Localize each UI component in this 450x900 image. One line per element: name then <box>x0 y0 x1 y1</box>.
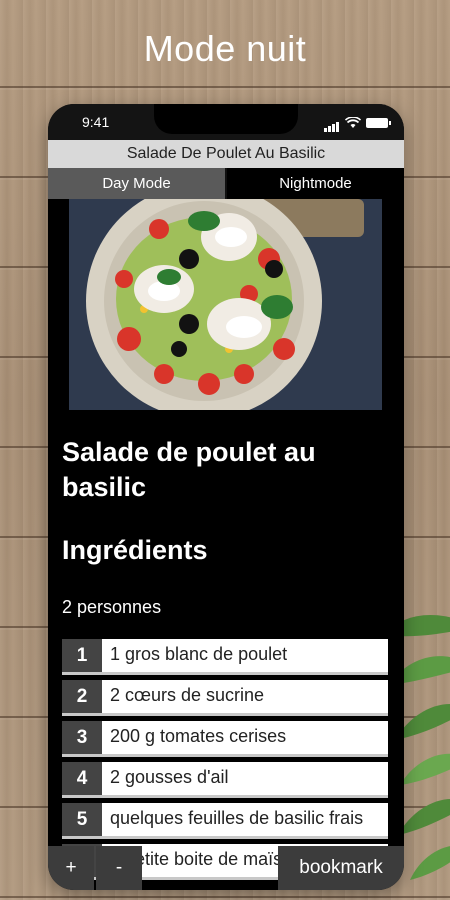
phone-notch <box>154 104 298 134</box>
nightmode-button[interactable]: Nightmode <box>227 168 404 199</box>
wifi-icon <box>345 117 361 128</box>
ingredients-heading: Ingrédients <box>62 535 208 565</box>
ingredient-number: 1 <box>62 639 102 672</box>
ingredient-text: 2 gousses d'ail <box>110 767 229 787</box>
status-icons <box>324 114 391 132</box>
ingredient-number: 4 <box>62 762 102 795</box>
ingredient-item: 2 2 cœurs de sucrine <box>62 680 388 716</box>
ingredient-number: 2 <box>62 680 102 713</box>
phone-frame: 9:41 Salade De Poulet Au Basilic Day Mod… <box>48 104 404 890</box>
battery-icon <box>366 118 391 128</box>
ingredient-item: 3 200 g tomates cerises <box>62 721 388 757</box>
ingredient-text: 1 gros blanc de poulet <box>110 644 288 664</box>
ingredient-item: 4 2 gousses d'ail <box>62 762 388 798</box>
decrease-servings-button[interactable]: - <box>96 846 142 890</box>
increase-servings-button[interactable]: + <box>48 846 94 890</box>
day-mode-button[interactable]: Day Mode <box>48 168 227 199</box>
ingredient-item: 5 quelques feuilles de basilic frais <box>62 803 388 839</box>
ingredient-number: 5 <box>62 803 102 836</box>
ingredient-text: quelques feuilles de basilic frais <box>110 808 364 828</box>
recipe-title: Salade de poulet au basilic <box>62 437 316 502</box>
mode-toggle: Day Mode Nightmode <box>48 168 404 199</box>
bookmark-button[interactable]: bookmark <box>278 846 404 890</box>
servings-text: 2 personnes <box>62 597 162 617</box>
app-title: Salade De Poulet Au Basilic <box>48 140 404 168</box>
status-time: 9:41 <box>82 114 110 130</box>
promo-headline: Mode nuit <box>143 28 307 69</box>
recipe-content[interactable]: Salade de poulet au basilic Ingrédients … <box>48 199 404 890</box>
ingredient-text: 200 g tomates cerises <box>110 726 287 746</box>
ingredient-text: 2 cœurs de sucrine <box>110 685 265 705</box>
recipe-photo <box>69 199 382 410</box>
signal-icon <box>324 114 340 132</box>
status-bar: 9:41 <box>48 104 404 140</box>
ingredient-item: 1 1 gros blanc de poulet <box>62 639 388 675</box>
ingredient-number: 3 <box>62 721 102 754</box>
